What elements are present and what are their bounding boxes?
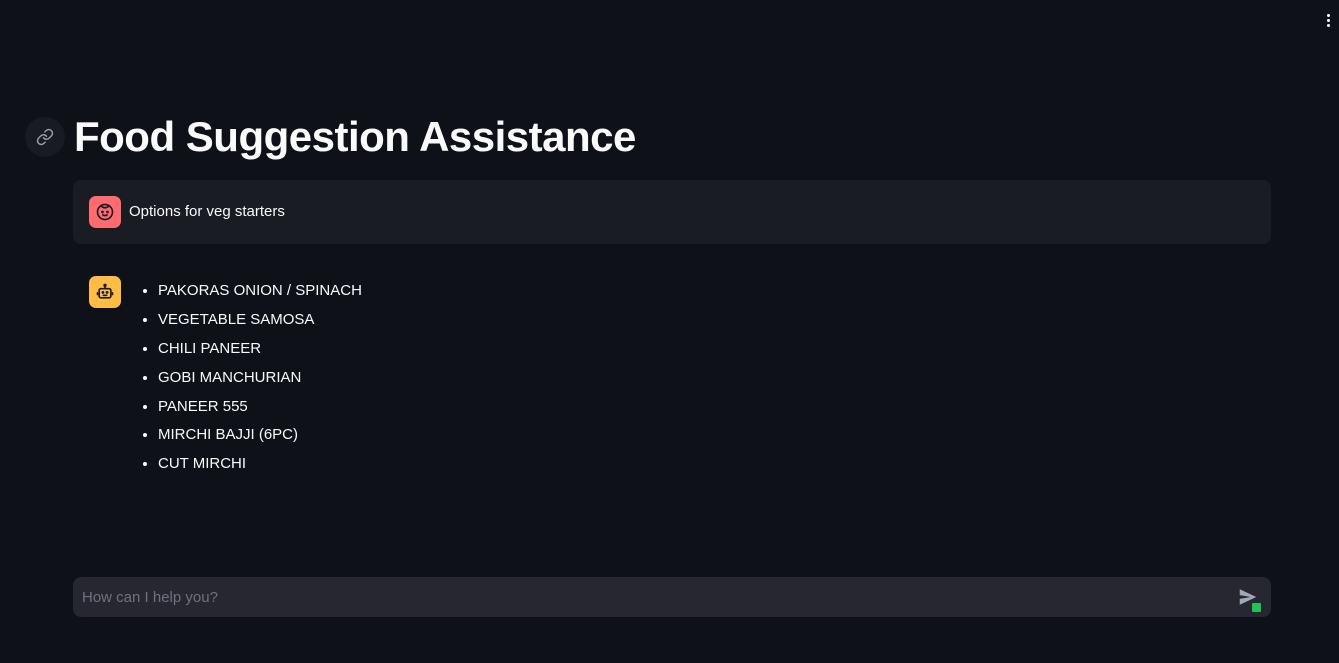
main-menu-button[interactable]: [1321, 9, 1335, 31]
list-item: GOBI MANCHURIAN: [158, 368, 362, 388]
chat-input[interactable]: [73, 577, 1223, 617]
assistant-suggestion-list: PAKORAS ONION / SPINACH VEGETABLE SAMOSA…: [132, 281, 362, 483]
list-item: CHILI PANEER: [158, 339, 362, 359]
kebab-menu-icon: [1326, 13, 1330, 17]
user-avatar: [89, 196, 121, 228]
user-face-icon: [96, 203, 114, 221]
status-indicator: [1252, 603, 1261, 612]
assistant-avatar: [89, 276, 121, 308]
app-root: Food Suggestion Assistance Options for v…: [0, 0, 1339, 663]
link-icon: [36, 128, 54, 146]
list-item: PAKORAS ONION / SPINACH: [158, 281, 362, 301]
list-item: CUT MIRCHI: [158, 454, 362, 474]
user-message-text: Options for veg starters: [129, 203, 285, 220]
list-item: PANEER 555: [158, 397, 362, 417]
user-chat-message: Options for veg starters: [73, 180, 1271, 244]
robot-icon: [96, 283, 114, 299]
list-item: VEGETABLE SAMOSA: [158, 310, 362, 330]
chat-input-container: [73, 577, 1271, 617]
kebab-dot: [1326, 18, 1330, 22]
list-item: MIRCHI BAJJI (6PC): [158, 425, 362, 445]
assistant-chat-message: PAKORAS ONION / SPINACH VEGETABLE SAMOSA…: [73, 260, 1271, 490]
kebab-dot: [1326, 23, 1330, 27]
header-anchor-link[interactable]: [25, 117, 65, 157]
page-title: Food Suggestion Assistance: [74, 113, 636, 160]
